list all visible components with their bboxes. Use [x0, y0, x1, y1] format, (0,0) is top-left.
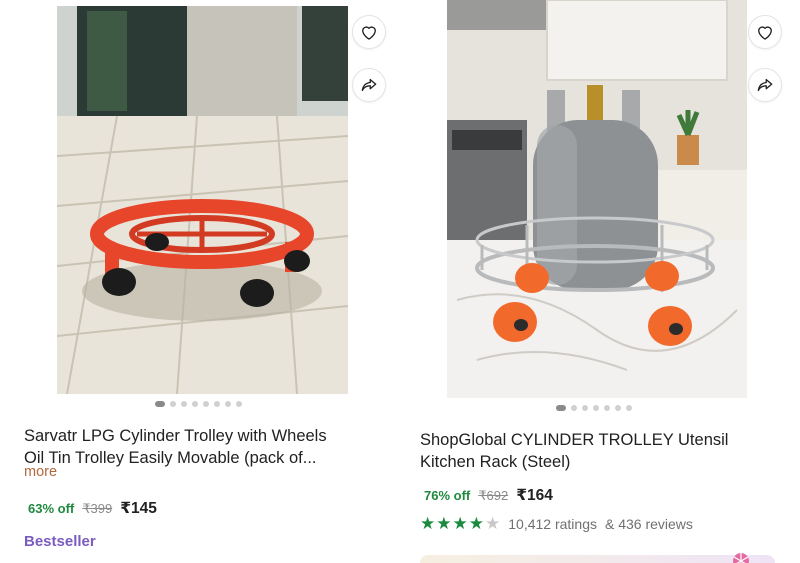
product-title-line: Sarvatr LPG Cylinder Trolley with Wheels: [24, 427, 327, 445]
image-carousel-indicator: [556, 405, 632, 411]
product-image[interactable]: [447, 0, 747, 398]
more-link[interactable]: more: [24, 464, 57, 480]
carousel-dot: [225, 401, 231, 407]
price-row: 63% off ₹399 ₹145: [28, 499, 157, 518]
reviews-count: & 436 reviews: [604, 516, 693, 532]
carousel-dot-active: [556, 405, 566, 411]
carousel-dot: [236, 401, 242, 407]
carousel-dot: [571, 405, 577, 411]
carousel-dot: [615, 405, 621, 411]
carousel-dot: [181, 401, 187, 407]
star-icon: ★: [468, 514, 484, 533]
star-empty-icon: ★: [485, 514, 501, 533]
share-icon: [757, 78, 773, 92]
carousel-dot: [192, 401, 198, 407]
selling-price: ₹164: [516, 487, 553, 504]
star-icon: ★: [420, 514, 436, 533]
product-card[interactable]: ShopGlobal CYLINDER TROLLEY Utensil Kitc…: [400, 0, 800, 563]
share-button[interactable]: [748, 68, 782, 102]
discount-label: 76% off: [424, 488, 471, 503]
carousel-dot: [203, 401, 209, 407]
share-button[interactable]: [352, 68, 386, 102]
image-carousel-indicator: [155, 401, 242, 407]
original-price: ₹692: [478, 488, 509, 503]
carousel-dot: [582, 405, 588, 411]
product-title-line: Oil Tin Trolley Easily Movable (pack of.…: [24, 449, 317, 467]
carousel-dot: [626, 405, 632, 411]
product-image[interactable]: [57, 6, 348, 394]
star-icon: ★: [452, 514, 468, 533]
discount-label: 63% off: [28, 501, 75, 516]
bestseller-badge: Bestseller: [24, 533, 96, 550]
rating-row: ★ ★ ★ ★ ★ 10,412 ratings & 436 reviews: [420, 515, 693, 533]
star-icon: ★: [436, 514, 452, 533]
wishlist-button[interactable]: [352, 15, 386, 49]
product-title-line: Kitchen Rack (Steel): [420, 453, 571, 471]
heart-icon: [758, 26, 772, 40]
carousel-dot: [214, 401, 220, 407]
selling-price: ₹145: [120, 500, 157, 517]
carousel-dot: [593, 405, 599, 411]
ratings-count: 10,412 ratings: [508, 516, 597, 532]
product-title[interactable]: Sarvatr LPG Cylinder Trolley with Wheels…: [24, 425, 354, 469]
price-row: 76% off ₹692 ₹164: [424, 486, 553, 505]
carousel-dot-active: [155, 401, 165, 407]
promo-banner-edge: [420, 555, 775, 563]
star-rating: ★ ★ ★ ★ ★: [420, 515, 500, 533]
original-price: ₹399: [82, 501, 113, 516]
flower-icon: [733, 553, 749, 563]
carousel-dot: [170, 401, 176, 407]
wishlist-button[interactable]: [748, 15, 782, 49]
product-card[interactable]: Sarvatr LPG Cylinder Trolley with Wheels…: [0, 0, 400, 563]
red-cylinder-trolley-image: [57, 6, 348, 394]
share-icon: [361, 78, 377, 92]
steel-cylinder-trolley-image: [447, 0, 747, 398]
product-title[interactable]: ShopGlobal CYLINDER TROLLEY Utensil Kitc…: [420, 429, 760, 473]
product-title-line: ShopGlobal CYLINDER TROLLEY Utensil: [420, 431, 729, 449]
carousel-dot: [604, 405, 610, 411]
heart-icon: [362, 26, 376, 40]
